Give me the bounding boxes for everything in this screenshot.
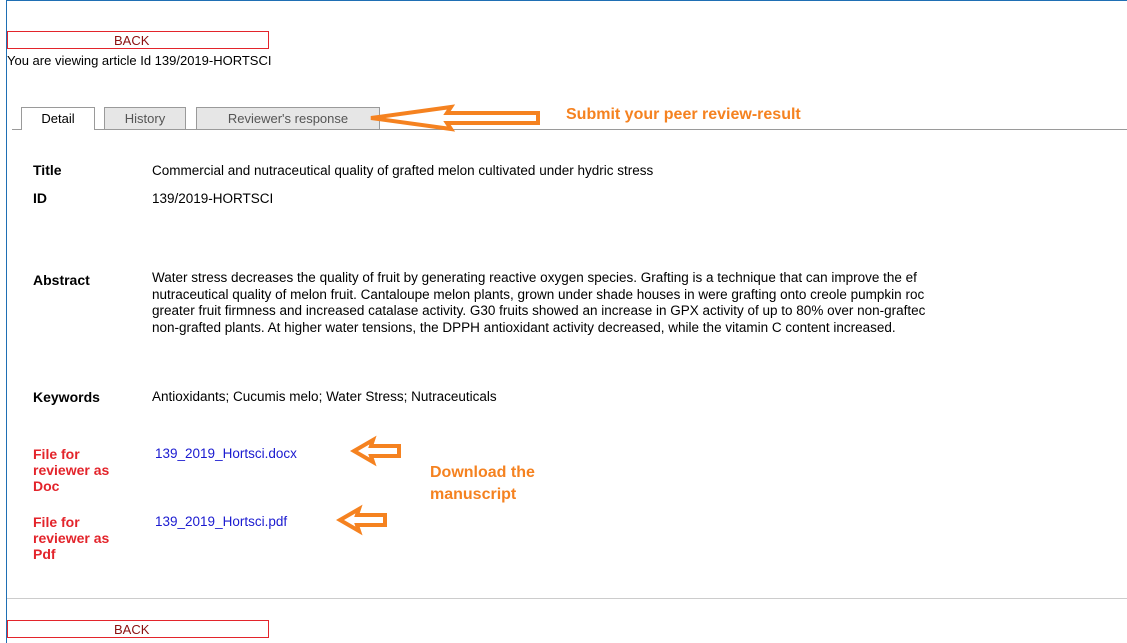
download-note-line: Download the — [430, 464, 535, 481]
pdf-download-link[interactable]: 139_2019_Hortsci.pdf — [155, 514, 287, 529]
tab-reviewers-response[interactable]: Reviewer's response — [196, 107, 380, 129]
left-arrow-annotation-icon — [336, 504, 387, 536]
back-button-top[interactable]: BACK — [7, 31, 269, 49]
file-doc-label: File for reviewer as Doc — [33, 446, 133, 494]
article-id: 139/2019-HORTSCI — [152, 191, 274, 206]
frame-top-border — [6, 0, 1127, 1]
left-arrow-annotation-icon — [350, 435, 401, 467]
tab-strip-line — [12, 129, 1127, 130]
abstract-line: Water stress decreases the quality of fr… — [152, 270, 917, 285]
viewing-article-text: You are viewing article Id 139/2019-HORT… — [7, 53, 272, 68]
article-title: Commercial and nutraceutical quality of … — [152, 163, 654, 178]
file-label-line: reviewer as — [33, 530, 110, 546]
abstract-line: greater fruit firmness and increased cat… — [152, 303, 926, 318]
download-note-line: manuscript — [430, 486, 517, 503]
frame-left-border — [6, 0, 7, 643]
file-pdf-label: File for reviewer as Pdf — [33, 514, 133, 562]
download-manuscript-note: Download the manuscript — [430, 462, 535, 506]
file-label-line: reviewer as — [33, 462, 110, 478]
file-label-line: Doc — [33, 478, 60, 494]
tab-history[interactable]: History — [104, 107, 186, 129]
left-arrow-annotation-icon — [370, 104, 540, 132]
abstract-label: Abstract — [33, 272, 90, 288]
file-label-line: File for — [33, 514, 80, 530]
file-label-line: File for — [33, 446, 80, 462]
section-divider — [7, 598, 1127, 599]
submit-review-note: Submit your peer review-result — [566, 106, 801, 123]
id-label: ID — [33, 190, 47, 206]
file-label-line: Pdf — [33, 546, 56, 562]
abstract-text: Water stress decreases the quality of fr… — [152, 270, 1127, 352]
back-button-bottom[interactable]: BACK — [7, 620, 269, 638]
tab-detail[interactable]: Detail — [21, 107, 95, 130]
docx-download-link[interactable]: 139_2019_Hortsci.docx — [155, 446, 297, 461]
keywords-label: Keywords — [33, 389, 100, 405]
abstract-line: nutraceutical quality of melon fruit. Ca… — [152, 286, 925, 302]
abstract-line: non-grafted plants. At higher water tens… — [152, 319, 896, 335]
keywords-value: Antioxidants; Cucumis melo; Water Stress… — [152, 389, 497, 404]
title-label: Title — [33, 162, 62, 178]
